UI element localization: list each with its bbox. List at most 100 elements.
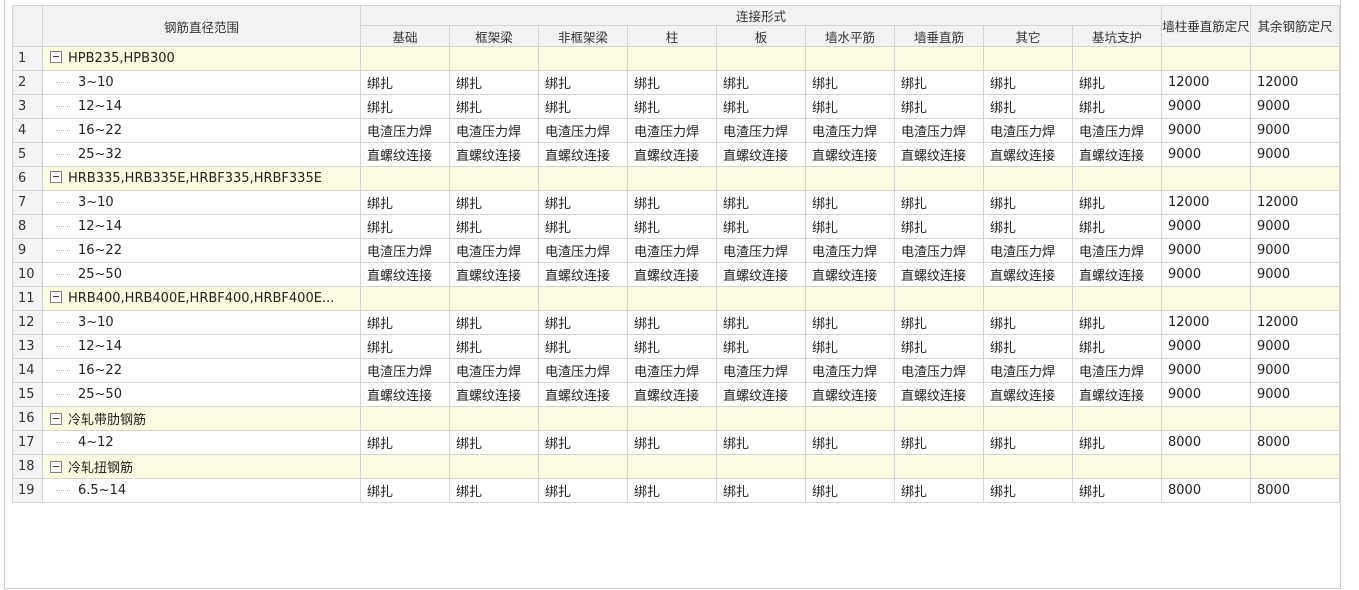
group-row[interactable]: 1 HPB235,HPB300 [12, 46, 1340, 71]
connection-cell-column[interactable]: 绑扎 [627, 214, 717, 239]
connection-cell-frame-beam[interactable] [449, 166, 539, 191]
connection-cell-foundation[interactable]: 绑扎 [360, 94, 450, 119]
table-row[interactable]: 9 16~22 电渣压力焊 电渣压力焊 电渣压力焊 电渣压力焊 电渣压力焊 电渣压力焊 电渣压力… [12, 238, 1340, 263]
connection-cell-slab[interactable]: 绑扎 [716, 94, 806, 119]
connection-cell-column[interactable] [627, 166, 717, 191]
diameter-range-cell[interactable]: 4~12 [42, 430, 361, 455]
other-length-cell[interactable]: 9000 [1250, 382, 1340, 407]
col-header-frame-beam[interactable]: 框架梁 [449, 25, 539, 47]
wall-column-length-cell[interactable] [1161, 166, 1251, 191]
connection-cell-column[interactable]: 直螺纹连接 [627, 142, 717, 167]
connection-cell-slab[interactable] [716, 454, 806, 479]
connection-cell-wall-horizontal[interactable]: 直螺纹连接 [805, 262, 895, 287]
connection-cell-other[interactable]: 直螺纹连接 [983, 142, 1073, 167]
connection-cell-other[interactable]: 绑扎 [983, 334, 1073, 359]
connection-cell-wall-vertical[interactable]: 绑扎 [894, 94, 984, 119]
group-name-cell[interactable]: HRB335,HRB335E,HRBF335,HRBF335E [42, 166, 361, 191]
diameter-range-cell[interactable]: 16~22 [42, 238, 361, 263]
connection-cell-other[interactable]: 绑扎 [983, 190, 1073, 215]
table-row[interactable]: 17 4~12 绑扎 绑扎 绑扎 绑扎 绑扎 绑扎 绑扎 绑扎 绑扎 8000 8000 [12, 430, 1340, 455]
row-number[interactable]: 11 [12, 286, 43, 311]
connection-cell-slab[interactable]: 电渣压力焊 [716, 238, 806, 263]
connection-cell-pit-support[interactable]: 绑扎 [1072, 214, 1162, 239]
connection-cell-other[interactable] [983, 166, 1073, 191]
connection-cell-frame-beam[interactable]: 直螺纹连接 [449, 262, 539, 287]
connection-cell-column[interactable] [627, 46, 717, 71]
diameter-range-cell[interactable]: 12~14 [42, 94, 361, 119]
connection-cell-frame-beam[interactable]: 电渣压力焊 [449, 238, 539, 263]
wall-column-length-cell[interactable]: 9000 [1161, 358, 1251, 383]
diameter-range-cell[interactable]: 25~50 [42, 262, 361, 287]
table-row[interactable]: 5 25~32 直螺纹连接 直螺纹连接 直螺纹连接 直螺纹连接 直螺纹连接 直螺纹连接 直螺纹连… [12, 142, 1340, 167]
row-number[interactable]: 14 [12, 358, 43, 383]
connection-cell-frame-beam[interactable]: 电渣压力焊 [449, 358, 539, 383]
connection-cell-wall-vertical[interactable] [894, 46, 984, 71]
col-header-column[interactable]: 柱 [627, 25, 717, 47]
wall-column-length-cell[interactable]: 9000 [1161, 118, 1251, 143]
row-number[interactable]: 19 [12, 478, 43, 503]
other-length-cell[interactable]: 9000 [1250, 358, 1340, 383]
connection-cell-foundation[interactable]: 电渣压力焊 [360, 358, 450, 383]
connection-cell-wall-vertical[interactable]: 绑扎 [894, 190, 984, 215]
connection-cell-non-frame-beam[interactable]: 绑扎 [538, 190, 628, 215]
connection-cell-wall-horizontal[interactable]: 绑扎 [805, 94, 895, 119]
range-column-header[interactable]: 钢筋直径范围 [42, 5, 361, 47]
wall-column-length-cell[interactable]: 12000 [1161, 190, 1251, 215]
wall-column-length-cell[interactable]: 9000 [1161, 142, 1251, 167]
connection-cell-frame-beam[interactable] [449, 454, 539, 479]
row-number[interactable]: 2 [12, 70, 43, 95]
table-row[interactable]: 19 6.5~14 绑扎 绑扎 绑扎 绑扎 绑扎 绑扎 绑扎 绑扎 绑扎 8000 8000 [12, 478, 1340, 503]
connection-cell-wall-vertical[interactable]: 电渣压力焊 [894, 118, 984, 143]
connection-cell-wall-vertical[interactable] [894, 166, 984, 191]
connection-cell-pit-support[interactable]: 电渣压力焊 [1072, 238, 1162, 263]
other-length-cell[interactable] [1250, 166, 1340, 191]
table-row[interactable]: 13 12~14 绑扎 绑扎 绑扎 绑扎 绑扎 绑扎 绑扎 绑扎 绑扎 9000 9000 [12, 334, 1340, 359]
wall-column-length-cell[interactable]: 9000 [1161, 238, 1251, 263]
col-header-wall-vertical[interactable]: 墙垂直筋 [894, 25, 984, 47]
collapse-icon[interactable] [50, 413, 62, 425]
connection-cell-wall-vertical[interactable]: 绑扎 [894, 310, 984, 335]
table-row[interactable]: 12 3~10 绑扎 绑扎 绑扎 绑扎 绑扎 绑扎 绑扎 绑扎 绑扎 12000 12000 [12, 310, 1340, 335]
connection-cell-foundation[interactable]: 绑扎 [360, 214, 450, 239]
connection-cell-non-frame-beam[interactable]: 绑扎 [538, 478, 628, 503]
diameter-range-cell[interactable]: 16~22 [42, 358, 361, 383]
connection-cell-wall-horizontal[interactable]: 绑扎 [805, 310, 895, 335]
connection-cell-slab[interactable] [716, 46, 806, 71]
connection-cell-non-frame-beam[interactable]: 直螺纹连接 [538, 262, 628, 287]
wall-column-length-cell[interactable]: 12000 [1161, 70, 1251, 95]
group-row[interactable]: 6 HRB335,HRB335E,HRBF335,HRBF335E [12, 166, 1340, 191]
connection-cell-pit-support[interactable]: 绑扎 [1072, 430, 1162, 455]
connection-cell-foundation[interactable]: 绑扎 [360, 70, 450, 95]
connection-cell-slab[interactable]: 直螺纹连接 [716, 262, 806, 287]
table-row[interactable]: 2 3~10 绑扎 绑扎 绑扎 绑扎 绑扎 绑扎 绑扎 绑扎 绑扎 12000 12000 [12, 70, 1340, 95]
other-length-cell[interactable]: 8000 [1250, 478, 1340, 503]
connection-cell-other[interactable] [983, 406, 1073, 431]
other-length-cell[interactable] [1250, 454, 1340, 479]
connection-cell-wall-horizontal[interactable]: 绑扎 [805, 430, 895, 455]
connection-cell-frame-beam[interactable]: 直螺纹连接 [449, 142, 539, 167]
connection-cell-wall-horizontal[interactable]: 直螺纹连接 [805, 142, 895, 167]
connection-cell-wall-horizontal[interactable]: 绑扎 [805, 214, 895, 239]
connection-cell-other[interactable]: 绑扎 [983, 70, 1073, 95]
wall-column-length-cell[interactable] [1161, 406, 1251, 431]
connection-cell-frame-beam[interactable] [449, 286, 539, 311]
diameter-range-cell[interactable]: 16~22 [42, 118, 361, 143]
connection-cell-other[interactable]: 绑扎 [983, 310, 1073, 335]
collapse-icon[interactable] [50, 291, 62, 303]
connection-cell-foundation[interactable]: 电渣压力焊 [360, 118, 450, 143]
table-row[interactable]: 8 12~14 绑扎 绑扎 绑扎 绑扎 绑扎 绑扎 绑扎 绑扎 绑扎 9000 9000 [12, 214, 1340, 239]
connection-cell-slab[interactable]: 电渣压力焊 [716, 118, 806, 143]
connection-cell-non-frame-beam[interactable] [538, 406, 628, 431]
diameter-range-cell[interactable]: 3~10 [42, 70, 361, 95]
connection-cell-foundation[interactable]: 直螺纹连接 [360, 262, 450, 287]
row-number[interactable]: 8 [12, 214, 43, 239]
connection-cell-frame-beam[interactable]: 直螺纹连接 [449, 382, 539, 407]
other-length-cell[interactable]: 12000 [1250, 310, 1340, 335]
connection-cell-column[interactable]: 绑扎 [627, 334, 717, 359]
row-number[interactable]: 1 [12, 46, 43, 71]
diameter-range-cell[interactable]: 3~10 [42, 310, 361, 335]
connection-cell-slab[interactable] [716, 286, 806, 311]
collapse-icon[interactable] [50, 461, 62, 473]
connection-cell-slab[interactable]: 直螺纹连接 [716, 382, 806, 407]
connection-cell-other[interactable]: 绑扎 [983, 214, 1073, 239]
